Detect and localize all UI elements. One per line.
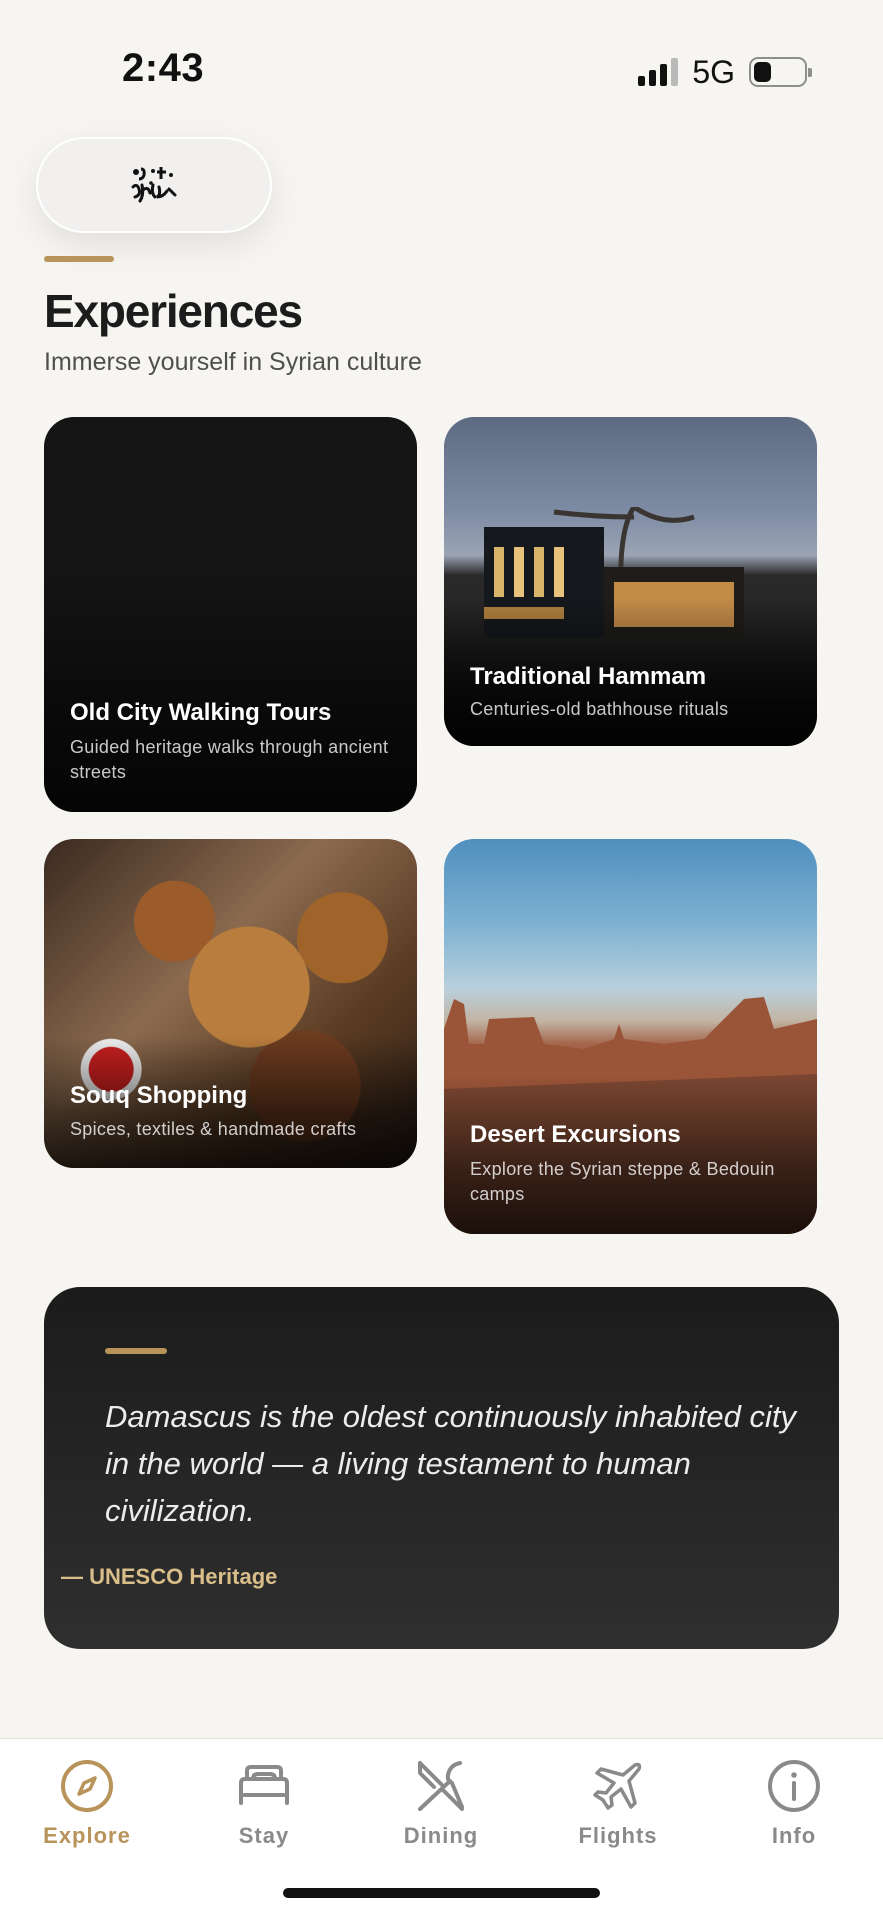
experience-card-walking-tours[interactable]: Old City Walking Tours Guided heritage w… bbox=[44, 417, 417, 812]
tab-label: Stay bbox=[238, 1823, 290, 1848]
quote-text: Damascus is the oldest continuously inha… bbox=[105, 1399, 796, 1528]
tab-label: Flights bbox=[578, 1823, 658, 1848]
battery-icon bbox=[749, 57, 812, 87]
experience-card-desert[interactable]: Desert Excursions Explore the Syrian ste… bbox=[444, 839, 817, 1234]
card-title: Old City Walking Tours bbox=[70, 699, 332, 726]
tab-explore[interactable]: Explore bbox=[12, 1759, 162, 1859]
tab-stay[interactable]: Stay bbox=[189, 1759, 339, 1859]
tab-flights[interactable]: Flights bbox=[543, 1759, 693, 1859]
info-icon bbox=[768, 1760, 820, 1812]
tab-label: Explore bbox=[43, 1823, 131, 1848]
status-indicators: 5G bbox=[638, 53, 812, 90]
network-type: 5G bbox=[692, 53, 735, 90]
quote-source: — UNESCO Heritage bbox=[61, 1564, 278, 1589]
page-subtitle: Immerse yourself in Syrian culture bbox=[44, 348, 422, 376]
syria-logo-mark bbox=[131, 167, 177, 203]
quote-card: Damascus is the oldest continuously inha… bbox=[44, 1287, 839, 1649]
tab-info[interactable]: Info bbox=[719, 1759, 869, 1859]
card-title: Desert Excursions bbox=[470, 1121, 681, 1148]
compass-icon bbox=[61, 1760, 113, 1812]
status-time: 2:43 bbox=[122, 46, 205, 90]
app-logo-button[interactable] bbox=[36, 137, 272, 233]
home-indicator[interactable] bbox=[283, 1888, 600, 1898]
experience-card-souq[interactable]: Souq Shopping Spices, textiles & handmad… bbox=[44, 839, 417, 1168]
tab-dining[interactable]: Dining bbox=[366, 1759, 516, 1859]
card-title: Souq Shopping bbox=[70, 1082, 248, 1109]
plane-icon bbox=[593, 1762, 642, 1810]
quote-accent-bar bbox=[105, 1348, 167, 1354]
card-description: Centuries-old bathhouse rituals bbox=[470, 699, 729, 719]
experience-card-hammam[interactable]: Traditional Hammam Centuries-old bathhou… bbox=[444, 417, 817, 746]
status-bar: 2:43 5G bbox=[0, 0, 883, 140]
tab-label: Dining bbox=[403, 1823, 479, 1848]
card-description: Guided heritage walks through ancient st… bbox=[70, 737, 389, 782]
card-title: Traditional Hammam bbox=[470, 663, 707, 690]
title-accent-bar bbox=[44, 256, 114, 262]
signal-icon bbox=[638, 58, 679, 86]
page-title: Experiences bbox=[44, 285, 303, 337]
utensils-icon bbox=[418, 1761, 464, 1811]
bed-icon bbox=[239, 1765, 289, 1805]
app-logo bbox=[127, 163, 181, 207]
tab-label: Info bbox=[771, 1823, 817, 1848]
card-description: Spices, textiles & handmade crafts bbox=[70, 1119, 357, 1139]
card-description: Explore the Syrian steppe & Bedouin camp… bbox=[470, 1159, 775, 1204]
